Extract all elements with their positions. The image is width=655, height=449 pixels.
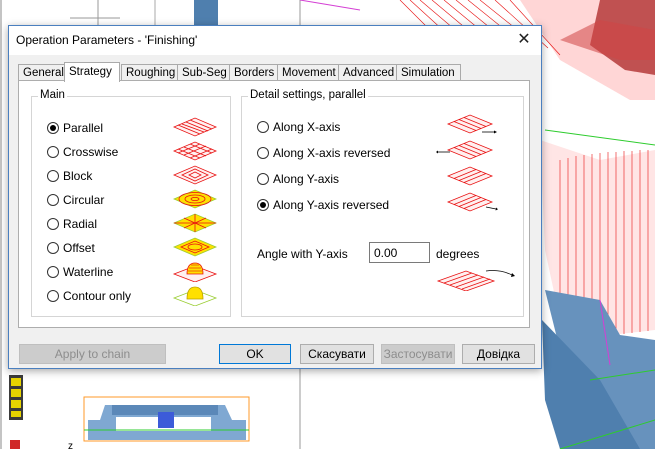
help-button[interactable]: Довідка [462, 344, 535, 364]
angle-unit: degrees [436, 247, 480, 261]
tab-advanced[interactable]: Advanced [338, 64, 397, 80]
radio-parallel[interactable] [47, 122, 59, 134]
ok-button[interactable]: OK [219, 344, 291, 364]
offset-pattern-icon [172, 237, 218, 257]
tab-label: Roughing [126, 67, 176, 79]
radio-waterline[interactable] [47, 266, 59, 278]
tab-general[interactable]: General [18, 64, 65, 80]
along-x-axis-reversed-icon [436, 140, 494, 160]
dialog-title: Operation Parameters - 'Finishing' [16, 33, 198, 47]
waterline-pattern-icon [172, 262, 218, 282]
radio-contour-only[interactable] [47, 290, 59, 302]
option-label[interactable]: Block [63, 169, 92, 183]
strategy-panel: Main Parallel Crosswise Block Circular R… [18, 80, 530, 328]
tab-movement[interactable]: Movement [277, 64, 339, 80]
radio-along-x-axis-reversed[interactable] [257, 147, 269, 159]
radio-offset[interactable] [47, 242, 59, 254]
close-icon[interactable]: ✕ [511, 28, 537, 52]
tab-sub-seg[interactable]: Sub-Seg [177, 64, 230, 80]
parallel-pattern-icon [172, 117, 218, 137]
block-pattern-icon [172, 165, 218, 185]
along-y-axis-reversed-icon [446, 192, 498, 212]
angle-input[interactable]: 0.00 [369, 242, 430, 263]
tab-label: Advanced [343, 67, 395, 79]
radio-along-y-axis-reversed[interactable] [257, 199, 269, 211]
option-label[interactable]: Circular [63, 193, 104, 207]
radio-crosswise[interactable] [47, 146, 59, 158]
svg-text:z: z [68, 441, 73, 449]
option-label[interactable]: Parallel [63, 121, 103, 135]
along-x-axis-icon [446, 114, 497, 134]
option-label[interactable]: Radial [63, 217, 97, 231]
operation-parameters-dialog: Operation Parameters - 'Finishing' ✕ Gen… [8, 25, 542, 369]
tab-simulation[interactable]: Simulation [396, 64, 461, 80]
option-label[interactable]: Along X-axis [273, 120, 340, 134]
radio-radial[interactable] [47, 218, 59, 230]
dialog-titlebar[interactable]: Operation Parameters - 'Finishing' ✕ [9, 26, 541, 55]
tab-label: Strategy [69, 66, 112, 78]
contour-pattern-icon [172, 286, 218, 306]
option-label[interactable]: Along Y-axis [273, 172, 339, 186]
tab-borders[interactable]: Borders [229, 64, 278, 80]
option-label[interactable]: Along X-axis reversed [273, 146, 390, 160]
circular-pattern-icon [172, 189, 218, 209]
tab-label: Simulation [401, 67, 455, 79]
tab-label: Borders [234, 67, 275, 79]
angle-preview-icon [436, 270, 515, 291]
apply-to-chain-button[interactable]: Apply to chain [19, 344, 166, 364]
tab-roughing[interactable]: Roughing [121, 64, 178, 80]
detail-settings-group: Detail settings, parallel Along X-axis A… [241, 89, 524, 317]
apply-button[interactable]: Застосувати [381, 344, 455, 364]
angle-label: Angle with Y-axis [257, 247, 348, 261]
crosswise-pattern-icon [172, 141, 218, 161]
radio-block[interactable] [47, 170, 59, 182]
tab-label: General [23, 67, 64, 79]
along-y-axis-icon [446, 166, 494, 186]
cancel-button[interactable]: Скасувати [300, 344, 374, 364]
tab-label: Movement [282, 67, 336, 79]
option-label[interactable]: Contour only [63, 289, 131, 303]
tab-label: Sub-Seg [182, 67, 227, 79]
radial-pattern-icon [172, 213, 218, 233]
option-label[interactable]: Along Y-axis reversed [273, 198, 389, 212]
radio-along-y-axis[interactable] [257, 173, 269, 185]
radio-circular[interactable] [47, 194, 59, 206]
main-group: Main Parallel Crosswise Block Circular R… [31, 89, 231, 317]
option-label[interactable]: Crosswise [63, 145, 118, 159]
option-label[interactable]: Waterline [63, 265, 113, 279]
tab-strategy[interactable]: Strategy [64, 62, 120, 82]
option-label[interactable]: Offset [63, 241, 95, 255]
detail-group-title: Detail settings, parallel [248, 89, 368, 101]
radio-along-x-axis[interactable] [257, 121, 269, 133]
main-group-title: Main [38, 89, 67, 101]
